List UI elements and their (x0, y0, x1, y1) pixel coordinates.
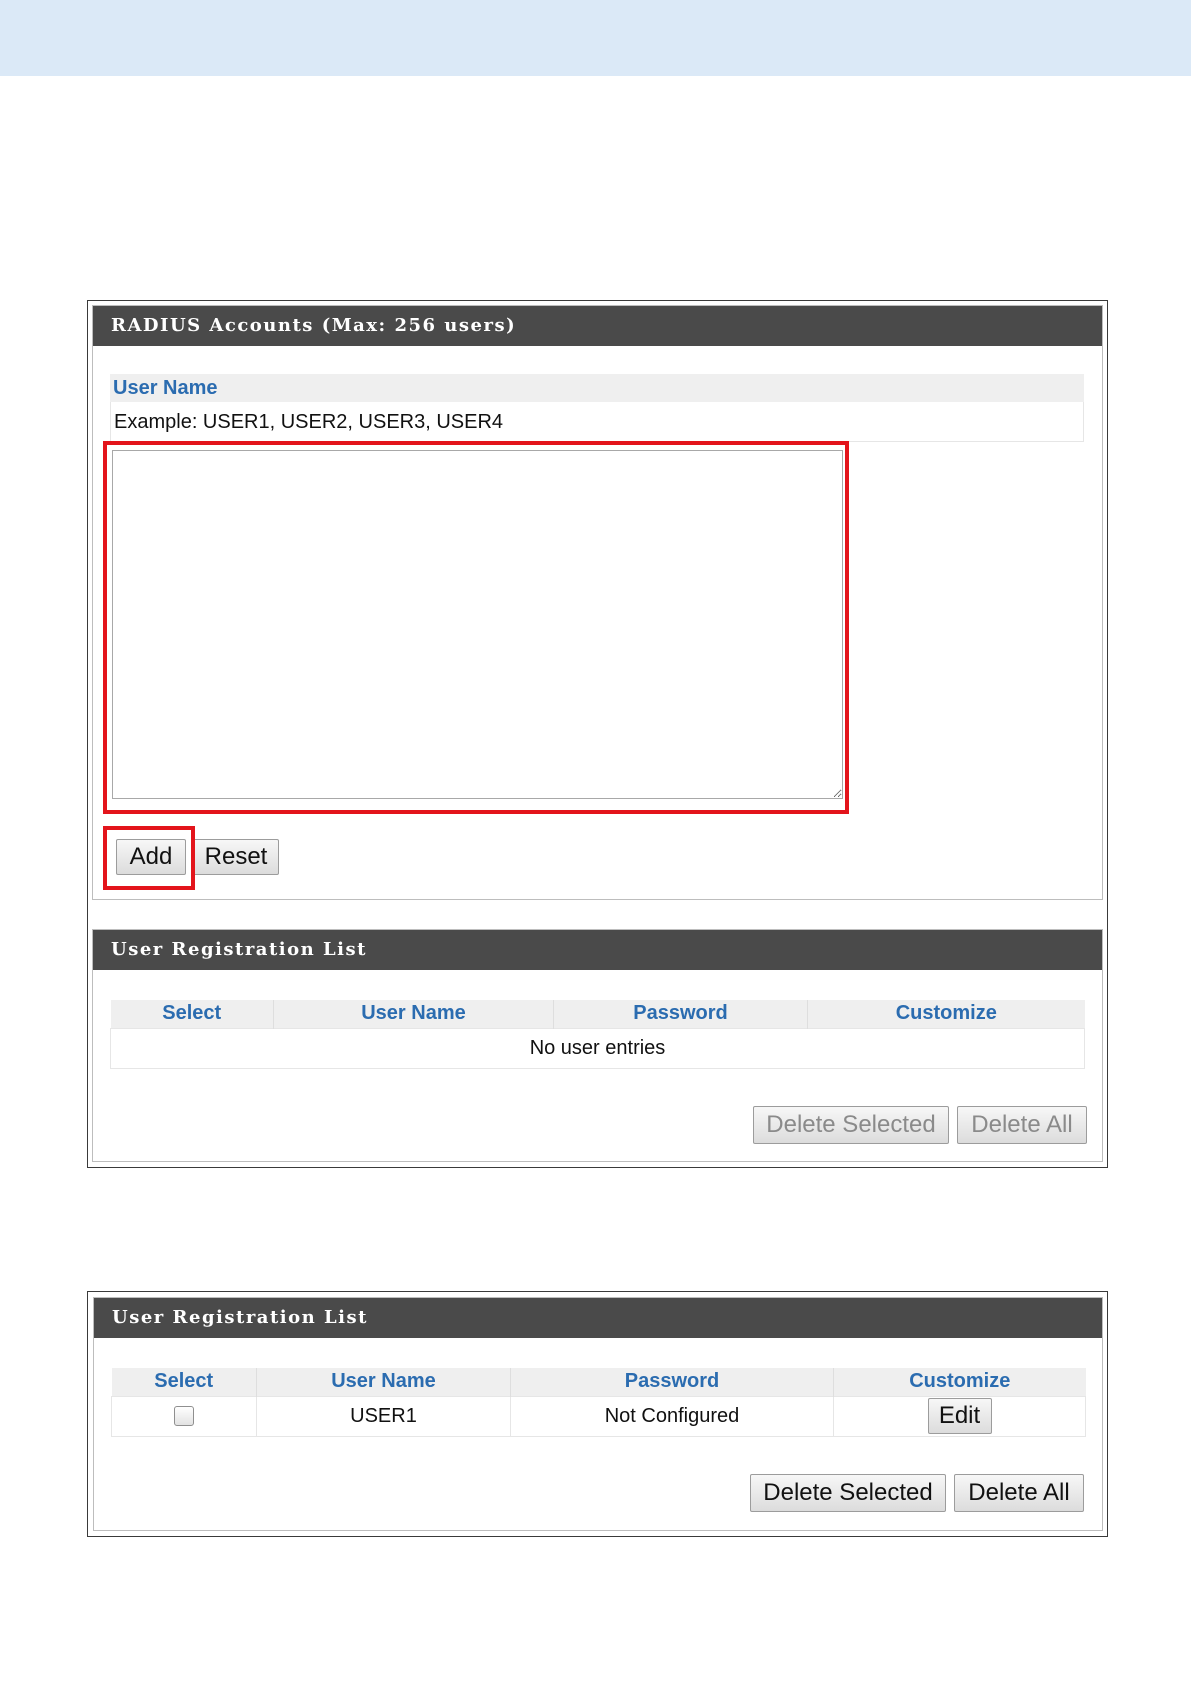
panel-title: User Registration List (94, 1298, 1102, 1338)
column-header-customize: Customize (807, 1000, 1085, 1028)
select-checkbox[interactable] (174, 1406, 194, 1427)
delete-all-button[interactable]: Delete All (954, 1474, 1084, 1512)
user-name-textarea[interactable] (112, 450, 843, 799)
user-name-example: Example: USER1, USER2, USER3, USER4 (110, 402, 1084, 442)
radius-accounts-panel: RADIUS Accounts (Max: 256 users) User Na… (92, 305, 1103, 900)
page-top-band (0, 0, 1191, 76)
user-registration-table: Select User Name Password Customize No u… (110, 1000, 1085, 1069)
user-registration-list-panel-filled: User Registration List Select User Name … (93, 1297, 1103, 1531)
column-header-select: Select (111, 1368, 257, 1396)
edit-button[interactable]: Edit (927, 1398, 992, 1434)
add-button[interactable]: Add (116, 839, 186, 875)
empty-message: No user entries (110, 1027, 1085, 1069)
table-row: USER1 Not Configured Edit (111, 1395, 1086, 1437)
delete-all-button[interactable]: Delete All (957, 1106, 1087, 1144)
panel-title: RADIUS Accounts (Max: 256 users) (93, 306, 1102, 346)
user-registration-list-panel-empty: User Registration List Select User Name … (92, 929, 1103, 1162)
password-cell: Not Configured (510, 1395, 834, 1437)
column-header-user-name: User Name (273, 1000, 554, 1028)
screenshot-frame-1: RADIUS Accounts (Max: 256 users) User Na… (87, 300, 1108, 1168)
panel-title: User Registration List (93, 930, 1102, 970)
column-header-user-name: User Name (256, 1368, 511, 1396)
user-name-cell: USER1 (256, 1395, 511, 1437)
column-header-select: Select (110, 1000, 274, 1028)
table-header-row: Select User Name Password Customize (110, 1000, 1085, 1028)
screenshot-frame-2: User Registration List Select User Name … (87, 1291, 1108, 1537)
delete-selected-button[interactable]: Delete Selected (753, 1106, 949, 1144)
select-cell (111, 1395, 257, 1437)
column-header-customize: Customize (833, 1368, 1086, 1396)
table-row: No user entries (110, 1027, 1085, 1069)
user-name-label: User Name (110, 374, 1084, 402)
customize-cell: Edit (833, 1395, 1086, 1437)
delete-selected-button[interactable]: Delete Selected (750, 1474, 946, 1512)
column-header-password: Password (553, 1000, 808, 1028)
column-header-password: Password (510, 1368, 834, 1396)
reset-button[interactable]: Reset (193, 839, 279, 875)
user-registration-table: Select User Name Password Customize USER… (111, 1368, 1086, 1437)
table-header-row: Select User Name Password Customize (111, 1368, 1086, 1396)
